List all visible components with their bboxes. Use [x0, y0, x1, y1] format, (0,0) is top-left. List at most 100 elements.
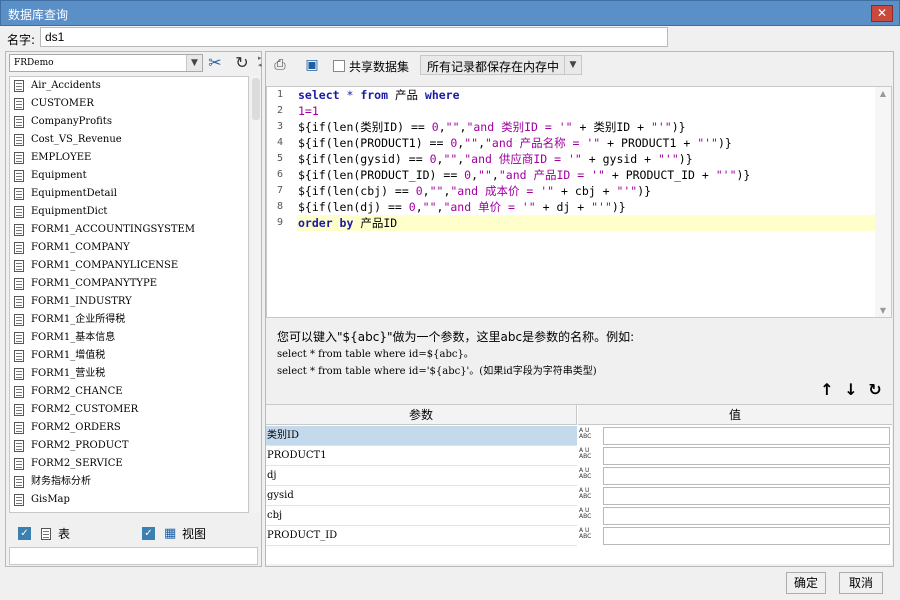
close-button[interactable]: ✕	[871, 5, 893, 22]
ok-button[interactable]: 确定	[786, 572, 826, 594]
preview-icon[interactable]: ⎙	[270, 55, 290, 75]
table-list-item[interactable]: FORM1_基本信息	[10, 329, 248, 347]
sql-line[interactable]: select * from 产品 where	[297, 87, 875, 103]
sql-token: ${if(len(dj) ==	[298, 200, 409, 214]
sql-line[interactable]: ${if(len(cbj) == 0,"","and 成本价 = '" + cb…	[297, 183, 875, 199]
sql-token: ""	[422, 200, 437, 214]
sql-token: "and 成本价 = '"	[450, 184, 555, 198]
param-type-icon[interactable]: A U ABC	[579, 487, 601, 505]
param-row[interactable]: 类别ID A U ABC	[266, 426, 892, 446]
table-list-item[interactable]: FORM1_ACCOUNTINGSYSTEM	[10, 221, 248, 239]
table-name: EquipmentDict	[31, 206, 108, 217]
table-list-item[interactable]: FORM1_增值税	[10, 347, 248, 365]
table-list-item[interactable]: Cost_VS_Revenue	[10, 131, 248, 149]
table-list-item[interactable]: FORM1_营业税	[10, 365, 248, 383]
param-value-input[interactable]	[603, 467, 890, 485]
table-list-item[interactable]: FORM2_CHANCE	[10, 383, 248, 401]
table-list-item[interactable]: 财务指标分析	[10, 473, 248, 491]
refresh-datasource-icon[interactable]: ↻	[232, 53, 252, 73]
table-name: CUSTOMER	[31, 98, 94, 109]
param-value-input[interactable]	[603, 527, 890, 545]
table-list-item[interactable]: GisMap	[10, 491, 248, 509]
table-list-item[interactable]: Air_Accidents	[10, 77, 248, 95]
param-row[interactable]: gysid A U ABC	[266, 486, 892, 506]
sql-line[interactable]: ${if(len(类别ID) == 0,"","and 类别ID = '" + …	[297, 119, 875, 135]
memory-mode-select[interactable]: 所有记录都保存在内存中 ▼	[420, 55, 582, 75]
table-list-item[interactable]: FORM1_INDUSTRY	[10, 293, 248, 311]
param-name[interactable]: 类别ID	[266, 426, 577, 446]
param-type-icon[interactable]: A U ABC	[579, 467, 601, 485]
param-value-input[interactable]	[603, 507, 890, 525]
move-down-icon[interactable]: ↓	[841, 380, 861, 399]
param-row[interactable]: PRODUCT1 A U ABC	[266, 446, 892, 466]
table-list-item[interactable]: EquipmentDict	[10, 203, 248, 221]
tools-icon[interactable]: ✂	[205, 53, 225, 73]
param-name[interactable]: cbj	[266, 506, 577, 526]
table-list-item[interactable]: FORM1_COMPANYLICENSE	[10, 257, 248, 275]
table-list[interactable]: Air_Accidents CUSTOMER CompanyProfits Cost_…	[9, 76, 249, 513]
param-value-input[interactable]	[603, 487, 890, 505]
chevron-down-icon[interactable]: ▼	[564, 56, 581, 74]
sql-token: + PRODUCT1 +	[600, 136, 698, 150]
view-checkbox[interactable]: ✓	[142, 527, 155, 540]
table-list-item[interactable]: FORM1_COMPANY	[10, 239, 248, 257]
name-label: 名字:	[7, 33, 36, 47]
param-value-header: 值	[578, 405, 892, 425]
sql-line[interactable]: ${if(len(dj) == 0,"","and 单价 = '" + dj +…	[297, 199, 875, 215]
table-list-item[interactable]: CompanyProfits	[10, 113, 248, 131]
chevron-down-icon[interactable]: ▼	[186, 55, 202, 71]
table-list-item[interactable]: FORM2_PRODUCT	[10, 437, 248, 455]
sql-token: ""	[478, 168, 492, 182]
table-icon	[14, 350, 24, 362]
param-name[interactable]: PRODUCT_ID	[266, 526, 577, 546]
sql-token: + PRODUCT_ID +	[604, 168, 716, 182]
table-list-scrollbar[interactable]	[251, 76, 261, 513]
table-list-item[interactable]: FORM1_企业所得税	[10, 311, 248, 329]
scroll-up-icon[interactable]: ▲	[875, 89, 891, 98]
param-type-icon[interactable]: A U ABC	[579, 527, 601, 545]
param-name[interactable]: dj	[266, 466, 577, 486]
refresh-params-icon[interactable]: ↻	[865, 380, 885, 399]
param-row[interactable]: PRODUCT_ID A U ABC	[266, 526, 892, 546]
share-dataset-checkbox[interactable]	[333, 60, 345, 72]
param-type-icon[interactable]: A U ABC	[579, 427, 601, 445]
table-icon	[14, 476, 24, 488]
editor-scrollbar[interactable]: ▲ ▼	[875, 87, 891, 317]
sql-code[interactable]: select * from 产品 where 1=1 ${if(len(类别ID) …	[297, 87, 875, 231]
table-list-item[interactable]: FORM1_COMPANYTYPE	[10, 275, 248, 293]
sql-line[interactable]: ${if(len(PRODUCT1) == 0,"","and 产品名称 = '…	[297, 135, 875, 151]
sql-line[interactable]: order by 产品ID	[297, 215, 875, 231]
param-row[interactable]: cbj A U ABC	[266, 506, 892, 526]
sql-editor-icon[interactable]: ▣	[302, 55, 322, 75]
table-checkbox[interactable]: ✓	[18, 527, 31, 540]
table-list-item[interactable]: FORM2_SERVICE	[10, 455, 248, 473]
param-value-input[interactable]	[603, 427, 890, 445]
scrollbar-thumb[interactable]	[252, 78, 260, 120]
param-name-header: 参数	[266, 405, 577, 425]
param-name[interactable]: gysid	[266, 486, 577, 506]
sql-line[interactable]: ${if(len(gysid) == 0,"","and 供应商ID = '" …	[297, 151, 875, 167]
cancel-button[interactable]: 取消	[839, 572, 883, 594]
table-list-item[interactable]: EMPLOYEE	[10, 149, 248, 167]
sql-line[interactable]: 1=1	[297, 103, 875, 119]
table-list-item[interactable]: EquipmentDetail	[10, 185, 248, 203]
param-type-icon[interactable]: A U ABC	[579, 507, 601, 525]
table-list-item[interactable]: CUSTOMER	[10, 95, 248, 113]
table-name: CompanyProfits	[31, 116, 112, 127]
param-type-icon[interactable]: A U ABC	[579, 447, 601, 465]
datasource-select[interactable]: FRDemo ▼	[9, 54, 203, 72]
table-list-item[interactable]: FORM2_CUSTOMER	[10, 401, 248, 419]
param-row[interactable]: dj A U ABC	[266, 466, 892, 486]
name-input[interactable]	[40, 27, 668, 47]
param-value-input[interactable]	[603, 447, 890, 465]
sql-editor[interactable]: 123456789 select * from 产品 where 1=1 ${if(…	[266, 86, 892, 318]
sql-line[interactable]: ${if(len(PRODUCT_ID) == 0,"","and 产品ID =…	[297, 167, 875, 183]
table-list-item[interactable]: FORM2_ORDERS	[10, 419, 248, 437]
scroll-down-icon[interactable]: ▼	[875, 306, 891, 315]
param-name[interactable]: PRODUCT1	[266, 446, 577, 466]
move-up-icon[interactable]: ↑	[817, 380, 837, 399]
table-search-input[interactable]	[9, 547, 258, 565]
parameter-toolbar: ↑ ↓ ↻	[817, 380, 887, 400]
sql-token: order by	[298, 216, 354, 230]
table-list-item[interactable]: Equipment	[10, 167, 248, 185]
